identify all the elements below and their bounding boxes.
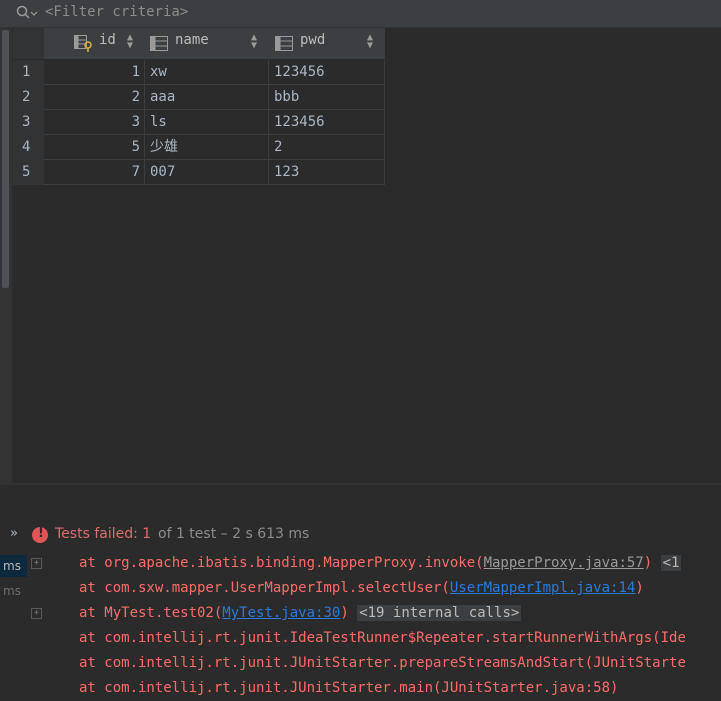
expand-fold-icon[interactable]: + (31, 558, 42, 569)
cell-name[interactable]: aaa (145, 85, 269, 110)
expand-fold-icon[interactable]: + (31, 608, 42, 619)
cell-id[interactable]: 7 (44, 160, 145, 185)
stack-trace-line: at org.apache.ibatis.binding.MapperProxy… (79, 551, 682, 576)
test-tree-item-time[interactable]: ms (0, 580, 27, 602)
cell-name[interactable]: ls (145, 110, 269, 135)
cell-pwd[interactable]: 123 (269, 160, 385, 185)
expand-chevron-icon[interactable]: » (10, 526, 18, 541)
cell-id[interactable]: 5 (44, 135, 145, 160)
cell-pwd[interactable]: bbb (269, 85, 385, 110)
filter-bar[interactable]: <Filter criteria> (0, 0, 721, 28)
sort-arrows-icon[interactable]: ▲ ▼ (367, 33, 373, 51)
result-grid-pane: <Filter criteria> id ▲ ▼ name ▲ ▼ pwd ▲ … (0, 0, 721, 483)
error-icon (32, 526, 48, 543)
sort-arrows-icon[interactable]: ▲ ▼ (127, 33, 133, 51)
test-status-bar: » Tests failed: 1 of 1 test – 2 s 613 ms (0, 522, 721, 548)
trace-text: at org.apache.ibatis.binding.MapperProxy… (79, 555, 484, 571)
console-gutter (27, 553, 51, 692)
trace-text: at MyTest.test02( (79, 605, 223, 621)
stack-trace-line: at MyTest.test02(MyTest.java:30) <19 int… (79, 601, 522, 626)
source-link[interactable]: MapperProxy.java:57 (484, 555, 644, 571)
cell-pwd[interactable]: 123456 (269, 110, 385, 135)
cell-id[interactable]: 3 (44, 110, 145, 135)
internal-calls-fold[interactable]: <1 (660, 555, 682, 571)
trace-text: ) (635, 580, 644, 596)
stack-trace-line: at com.intellij.rt.junit.JUnitStarter.ma… (79, 680, 619, 696)
failed-count: 1 (142, 526, 152, 542)
cell-name[interactable]: 007 (145, 160, 269, 185)
cell-name[interactable]: 少雄 (145, 135, 269, 160)
filter-input[interactable]: <Filter criteria> (45, 4, 188, 20)
failed-label-text: Tests failed: (55, 526, 138, 542)
cell-name[interactable]: xw (145, 60, 269, 85)
trace-text: ) (340, 605, 349, 621)
column-header-label: name (175, 32, 209, 48)
search-filter-icon[interactable] (16, 5, 38, 21)
row-number[interactable]: 1 (13, 60, 44, 85)
row-number[interactable]: 3 (13, 110, 44, 135)
row-number[interactable]: 5 (13, 160, 44, 185)
stack-trace-line: at com.intellij.rt.junit.JUnitStarter.pr… (79, 655, 686, 671)
column-header-name[interactable]: name ▲ ▼ (145, 28, 270, 59)
column-header-label: pwd (300, 32, 326, 48)
column-icon (275, 36, 293, 51)
row-number[interactable]: 2 (13, 85, 44, 110)
column-header-id[interactable]: id ▲ ▼ (44, 28, 146, 59)
internal-calls-fold[interactable]: <19 internal calls> (357, 605, 522, 621)
column-icon (150, 36, 168, 51)
stack-trace-line: at com.sxw.mapper.UserMapperImpl.selectU… (79, 576, 644, 601)
cell-pwd[interactable]: 2 (269, 135, 385, 160)
tests-failed-label: Tests failed: 1 (55, 526, 151, 542)
stack-trace-line: at com.intellij.rt.junit.IdeaTestRunner$… (79, 630, 686, 646)
test-summary: of 1 test – 2 s 613 ms (158, 526, 310, 542)
trace-text: ) (643, 555, 653, 571)
source-link[interactable]: MyTest.java:30 (222, 605, 340, 621)
vertical-scrollbar[interactable] (2, 30, 9, 288)
column-header-label: id (99, 32, 116, 48)
test-tree-item-time[interactable]: ms (0, 555, 27, 577)
column-header-pwd[interactable]: pwd ▲ ▼ (269, 28, 386, 59)
row-number-header (13, 28, 45, 59)
cell-id[interactable]: 2 (44, 85, 145, 110)
cell-id[interactable]: 1 (44, 60, 145, 85)
row-number[interactable]: 4 (13, 135, 44, 160)
primary-key-column-icon (74, 35, 92, 52)
trace-text: at com.sxw.mapper.UserMapperImpl.selectU… (79, 580, 450, 596)
cell-pwd[interactable]: 123456 (269, 60, 385, 85)
source-link[interactable]: UserMapperImpl.java:14 (450, 580, 635, 596)
sort-arrows-icon[interactable]: ▲ ▼ (251, 33, 257, 51)
